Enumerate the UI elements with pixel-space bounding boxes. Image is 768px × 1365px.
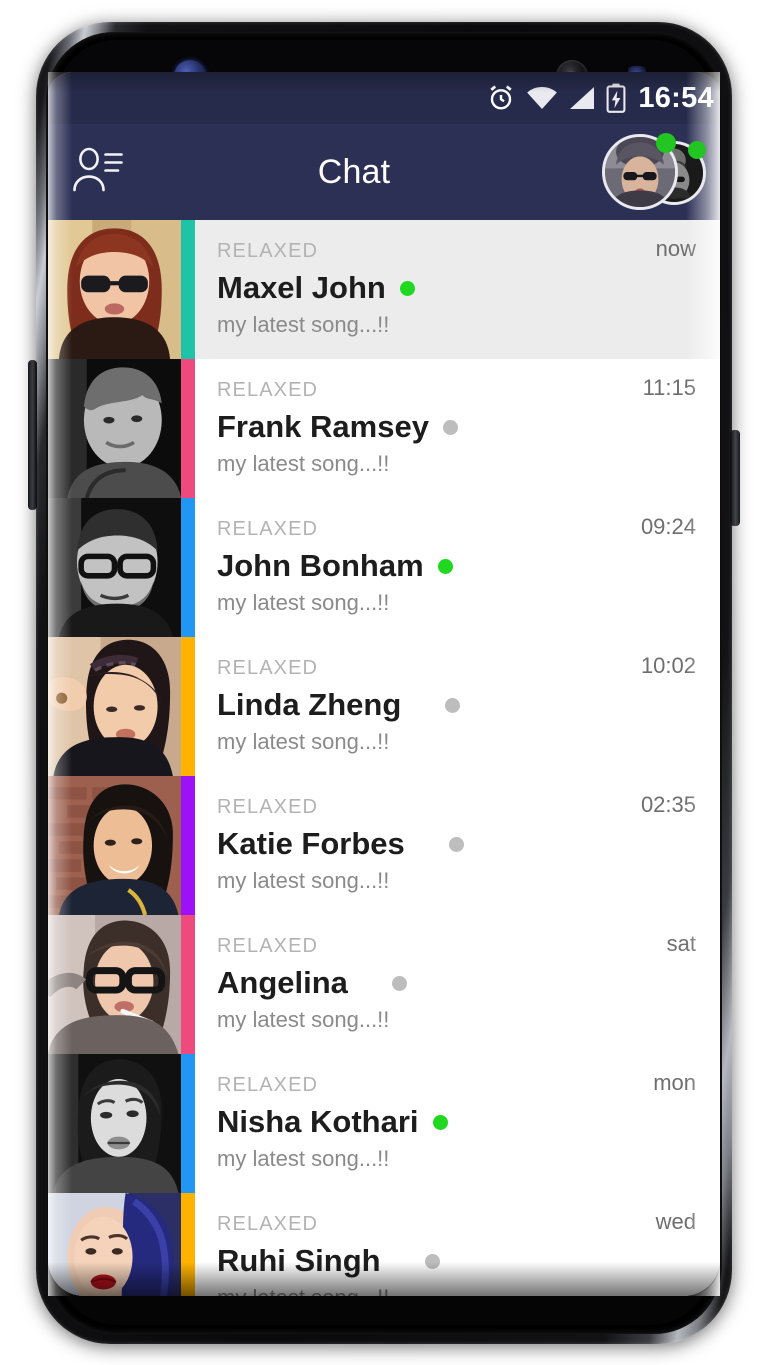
phone-scene: 16:54 Chat RELAXED Maxel John my latest … <box>0 0 768 1365</box>
message-timestamp: 02:35 <box>640 792 696 817</box>
message-timestamp: 11:15 <box>642 375 696 400</box>
contact-avatar[interactable] <box>48 220 181 359</box>
contact-avatar[interactable] <box>48 359 181 498</box>
name-line: Ruhi Singh <box>217 1243 702 1278</box>
message-timestamp: sat <box>666 931 696 956</box>
message-timestamp: now <box>655 236 696 261</box>
contact-name: Nisha Kothari <box>217 1104 419 1139</box>
message-preview: my latest song...!! <box>217 1286 702 1296</box>
status-bar: 16:54 <box>48 72 720 124</box>
contact-avatar[interactable] <box>48 637 181 776</box>
presence-dot <box>442 419 458 435</box>
chat-row-content: RELAXED Nisha Kothari my latest song...!! m… <box>195 1054 720 1193</box>
message-preview: my latest song...!! <box>217 867 390 893</box>
contact-name: Maxel John <box>217 270 386 305</box>
chat-row[interactable]: RELAXED Ruhi Singh my latest song...!! wed <box>48 1193 720 1296</box>
presence-dot <box>391 975 407 991</box>
presence-dot <box>399 280 415 296</box>
contact-avatar[interactable] <box>48 1193 181 1296</box>
message-preview: my latest song...!! <box>217 589 390 615</box>
power-button[interactable] <box>730 430 740 526</box>
message-timestamp: wed <box>655 1209 696 1234</box>
contact-name: Katie Forbes <box>217 826 405 861</box>
phone-screen: 16:54 Chat RELAXED Maxel John my latest … <box>48 72 720 1296</box>
message-timestamp: mon <box>653 1070 696 1095</box>
mood-label: RELAXED <box>217 1213 319 1235</box>
contact-avatar[interactable] <box>48 776 181 915</box>
chat-row[interactable]: RELAXED Nisha Kothari my latest song...!! m… <box>48 1054 720 1193</box>
chat-row-content: RELAXED Frank Ramsey my latest song...!! 11… <box>195 359 720 498</box>
contact-avatar[interactable] <box>48 498 181 637</box>
status-bar-clock: 16:54 <box>638 81 714 114</box>
mood-label: RELAXED <box>217 518 319 540</box>
battery-charging-icon <box>606 83 626 113</box>
app-bar: Chat <box>48 124 720 220</box>
presence-dot <box>424 1253 440 1269</box>
cellular-signal-icon <box>568 85 596 111</box>
contacts-list-icon[interactable] <box>68 143 126 201</box>
chat-row-content: RELAXED Ruhi Singh my latest song...!! wed <box>195 1193 720 1296</box>
contact-avatar[interactable] <box>48 1054 181 1193</box>
name-line: John Bonham <box>217 548 702 583</box>
message-preview: my latest song...!! <box>217 450 390 476</box>
name-line: Nisha Kothari <box>217 1104 702 1139</box>
avatar-stack[interactable] <box>594 133 706 211</box>
chat-row[interactable]: RELAXED Maxel John my latest song...!! now <box>48 220 720 359</box>
message-preview: my latest song...!! <box>217 728 390 754</box>
mood-label: RELAXED <box>217 379 319 401</box>
mood-accent-bar <box>181 498 195 637</box>
page-title: Chat <box>317 152 391 191</box>
message-timestamp: 10:02 <box>640 653 696 678</box>
chat-row[interactable]: RELAXED John Bonham my latest song...!! 09:… <box>48 498 720 637</box>
contact-name: Angelina <box>217 965 348 1000</box>
chat-row[interactable]: RELAXED Angelina my latest song...!! sat <box>48 915 720 1054</box>
name-line: Angelina <box>217 965 702 1000</box>
message-preview: my latest song...!! <box>217 1145 390 1171</box>
mood-label: RELAXED <box>217 1074 319 1096</box>
chat-row[interactable]: RELAXED Linda Zheng my latest song...!! 10:… <box>48 637 720 776</box>
contact-avatar[interactable] <box>48 915 181 1054</box>
chat-list[interactable]: RELAXED Maxel John my latest song...!! now … <box>48 220 720 1296</box>
name-line: Maxel John <box>217 270 702 305</box>
chat-row[interactable]: RELAXED Katie Forbes my latest song...!! 02… <box>48 776 720 915</box>
contact-name: Frank Ramsey <box>217 409 429 444</box>
chat-row-content: RELAXED John Bonham my latest song...!! 09:… <box>195 498 720 637</box>
mood-accent-bar <box>181 637 195 776</box>
message-timestamp: 09:24 <box>640 514 696 539</box>
contact-name: Linda Zheng <box>217 687 402 722</box>
mood-label: RELAXED <box>217 796 319 818</box>
contact-name: John Bonham <box>217 548 424 583</box>
mood-accent-bar <box>181 1054 195 1193</box>
name-line: Linda Zheng <box>217 687 702 722</box>
chat-row[interactable]: RELAXED Frank Ramsey my latest song...!! 11… <box>48 359 720 498</box>
presence-dot-primary <box>656 133 676 153</box>
mood-accent-bar <box>181 1193 195 1296</box>
presence-dot <box>445 697 461 713</box>
mood-label: RELAXED <box>217 657 319 679</box>
mood-label: RELAXED <box>217 240 319 262</box>
volume-button[interactable] <box>28 360 37 510</box>
chat-row-content: RELAXED Maxel John my latest song...!! now <box>195 220 720 359</box>
presence-dot <box>448 836 464 852</box>
chat-row-content: RELAXED Angelina my latest song...!! sat <box>195 915 720 1054</box>
message-preview: my latest song...!! <box>217 1006 390 1032</box>
presence-dot-secondary <box>688 141 706 159</box>
chat-row-content: RELAXED Katie Forbes my latest song...!! 02… <box>195 776 720 915</box>
alarm-icon <box>486 83 516 113</box>
presence-dot <box>432 1114 448 1130</box>
wifi-icon <box>526 85 558 111</box>
mood-accent-bar <box>181 915 195 1054</box>
mood-label: RELAXED <box>217 935 319 957</box>
chat-row-content: RELAXED Linda Zheng my latest song...!! 10:… <box>195 637 720 776</box>
name-line: Katie Forbes <box>217 826 702 861</box>
mood-accent-bar <box>181 776 195 915</box>
mood-accent-bar <box>181 359 195 498</box>
presence-dot <box>437 558 453 574</box>
contact-name: Ruhi Singh <box>217 1243 381 1278</box>
mood-accent-bar <box>181 220 195 359</box>
name-line: Frank Ramsey <box>217 409 702 444</box>
message-preview: my latest song...!! <box>217 311 390 337</box>
